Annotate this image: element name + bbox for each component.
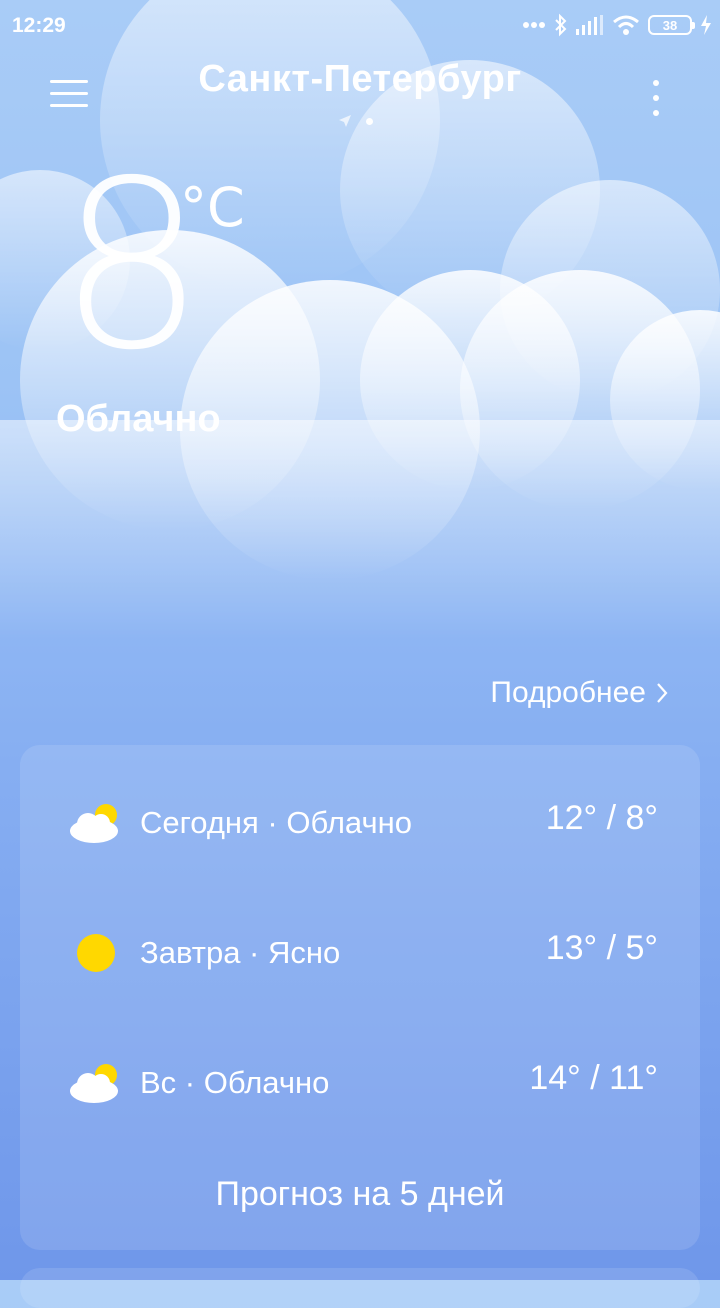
page-indicator: [338, 114, 373, 128]
city-title: Санкт-Петербург: [198, 58, 522, 100]
partly-cloudy-icon: [70, 1064, 118, 1103]
forecast-row-today[interactable]: Сегодня · Облачно 12° / 8°: [20, 783, 700, 863]
forecast-label: Вс · Облачно: [140, 1065, 330, 1100]
forecast-temps: 13° / 5°: [545, 929, 658, 967]
forecast-5day-button[interactable]: Прогноз на 5 дней: [20, 1175, 700, 1214]
temperature-unit: °C: [180, 176, 245, 239]
forecast-label: Завтра · Ясно: [140, 935, 341, 970]
battery-icon: 38: [648, 15, 695, 35]
more-dots-icon: [523, 22, 545, 28]
bluetooth-icon: [555, 13, 567, 37]
page-dot-active: [366, 117, 373, 125]
forecast-temps: 12° / 8°: [545, 799, 658, 837]
battery-level: 38: [662, 17, 678, 33]
forecast-temps: 14° / 11°: [529, 1059, 658, 1097]
sun-icon: [77, 934, 115, 972]
charging-icon: [701, 15, 711, 35]
next-card: [20, 1268, 700, 1308]
status-bar: 12:29 38: [0, 0, 720, 50]
details-link[interactable]: Подробнее: [490, 676, 668, 710]
details-label: Подробнее: [490, 676, 646, 709]
status-icons: 38: [522, 10, 712, 40]
partly-cloudy-icon: [70, 804, 118, 843]
signal-icon: [576, 15, 603, 35]
forecast-label: Сегодня · Облачно: [140, 805, 412, 840]
forecast-card: Сегодня · Облачно 12° / 8° Завтра · Ясно…: [20, 745, 700, 1250]
location-arrow-icon: [339, 115, 351, 127]
more-vertical-icon[interactable]: [650, 80, 662, 116]
wifi-icon: [613, 15, 639, 35]
chevron-right-icon: [657, 683, 668, 703]
status-time: 12:29: [12, 14, 66, 37]
current-condition: Облачно: [56, 398, 221, 440]
forecast-row-sunday[interactable]: Вс · Облачно 14° / 11°: [20, 1043, 700, 1123]
forecast-row-tomorrow[interactable]: Завтра · Ясно 13° / 5°: [20, 913, 700, 993]
